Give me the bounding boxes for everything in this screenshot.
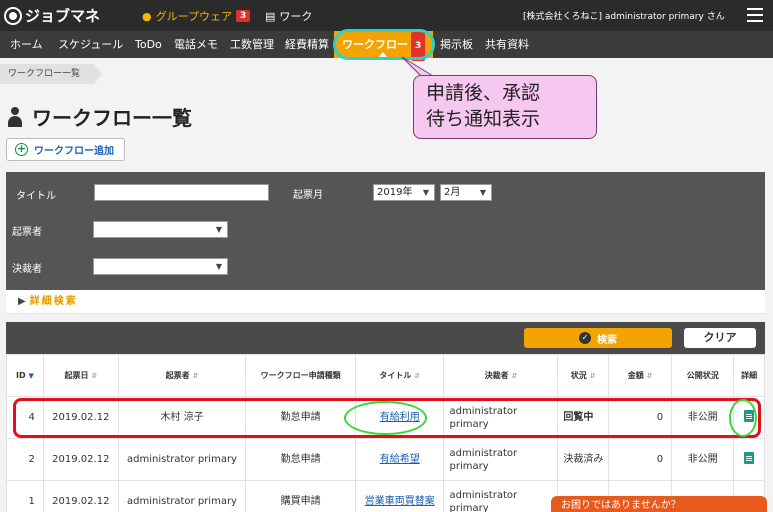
document-icon[interactable] [744,451,755,464]
app-logo[interactable]: ジョブマネ [4,5,100,26]
person-icon: ● [142,9,152,23]
nav-item-workload[interactable]: 工数管理 [230,31,274,58]
approver-label: 決裁者 [12,264,42,275]
title-highlight [344,401,427,435]
groupware-label: グループウェア [155,10,232,23]
col-header-visibility[interactable]: 公開状況 [671,354,735,397]
col-header-applicant[interactable]: 起票者 ⇵ [117,354,247,397]
title-link[interactable]: 営業車両買替案 [365,496,435,507]
cell-approver: administrator primary [443,438,559,481]
add-workflow-label: ワークフロー追加 [34,146,114,157]
title-input[interactable] [94,184,269,201]
cell-id: 1 [6,480,44,512]
search-panel: タイトル 起票月 2019年 ▼ 2月 ▼ 起票者 ▼ 決裁者 ▼ [6,172,765,290]
nav-item-shared-docs[interactable]: 共有資料 [485,31,529,58]
col-header-approver[interactable]: 決裁者 ⇵ [443,354,559,397]
advanced-search-label: 詳細検索 [29,296,78,307]
check-icon: ✓ [579,332,591,344]
clear-button[interactable]: クリア [684,328,756,348]
cell-detail [733,438,765,481]
person-icon [8,106,22,127]
table-header-row: ID ▼ 起票日 ⇵ 起票者 ⇵ ワークフロー申請種類 タイトル ⇵ 決裁者 ⇵… [6,354,765,397]
year-select[interactable]: 2019年 ▼ [373,184,435,201]
sort-icon: ⇵ [589,371,596,380]
page-title: ワークフロー一覧 [32,106,192,130]
nav-item-home[interactable]: ホーム [10,31,43,58]
add-workflow-button[interactable]: + ワークフロー追加 [6,138,125,161]
search-button-bar: ✓ 検索 クリア [6,322,765,354]
top-bar: ジョブマネ ● グループウェア 3 ▤ ワーク [株式会社くろねこ] admin… [0,0,773,31]
sort-icon: ⇵ [646,371,653,380]
logo-icon [4,6,22,25]
help-chat-button[interactable]: お困りではありませんか？ [551,496,767,512]
col-header-type[interactable]: ワークフロー申請種類 [245,354,356,397]
chevron-down-icon: ▼ [215,225,222,234]
title-link[interactable]: 有給希望 [380,454,420,465]
cell-approver: administrator primary [443,480,559,512]
nav-item-expenses[interactable]: 経費精算 [285,31,329,58]
col-header-title[interactable]: タイトル ⇵ [354,354,445,397]
detail-highlight [729,399,757,437]
col-header-detail: 詳細 [733,354,765,397]
nav-item-schedule[interactable]: スケジュール [58,31,123,58]
advanced-search-toggle[interactable]: ▶ 詳細検索 [6,290,765,314]
page-header: ワークフロー一覧 [8,102,192,131]
nav-item-bulletin[interactable]: 掲示板 [440,31,473,58]
search-button-label: 検索 [597,334,617,346]
cell-id: 2 [6,438,44,481]
applicant-label: 起票者 [12,227,42,238]
sort-icon: ⇵ [91,371,98,380]
annotation-callout: 申請後、承認 待ち通知表示 [413,75,597,139]
chevron-down-icon: ▼ [422,188,429,197]
briefcase-icon: ▤ [265,9,276,23]
user-info[interactable]: [株式会社くろねこ] administrator primary さん [523,9,725,22]
nav-item-todo[interactable]: ToDo [135,31,162,58]
plus-circle-icon: + [15,142,28,156]
sort-icon: ⇵ [192,371,199,380]
title-label: タイトル [16,191,56,202]
work-label: ワーク [279,10,313,23]
col-header-status[interactable]: 状況 ⇵ [557,354,609,397]
cell-date: 2019.02.12 [42,480,119,512]
cell-title: 有給希望 [354,438,445,481]
month-select[interactable]: 2月 ▼ [440,184,492,201]
date-label: 起票月 [293,190,323,201]
search-button[interactable]: ✓ 検索 [524,328,672,348]
col-header-id[interactable]: ID ▼ [6,354,44,397]
hamburger-menu-icon[interactable] [747,8,763,22]
year-value: 2019年 [377,187,413,198]
applicant-select[interactable]: ▼ [93,221,228,238]
col-header-date[interactable]: 起票日 ⇵ [42,354,119,397]
col-header-amount[interactable]: 金額 ⇵ [607,354,673,397]
table-row[interactable]: 2 2019.02.12 administrator primary 勤怠申請 … [6,438,765,481]
sort-down-icon: ▼ [28,371,34,380]
cell-type: 勤怠申請 [245,438,356,481]
cell-amount: 0 [607,438,673,481]
cell-applicant: administrator primary [117,438,247,481]
cell-title: 営業車両買替案 [354,480,445,512]
cell-date: 2019.02.12 [42,438,119,481]
month-value: 2月 [444,187,461,198]
groupware-menu[interactable]: ● グループウェア 3 [142,8,251,24]
cell-status: 決裁済み [557,438,609,481]
breadcrumb[interactable]: ワークフロー一覧 [0,64,103,84]
work-menu[interactable]: ▤ ワーク [265,8,312,24]
app-name: ジョブマネ [25,7,101,25]
groupware-badge: 3 [235,10,251,22]
cell-visibility: 非公開 [671,438,735,481]
triangle-right-icon: ▶ [18,296,26,307]
approver-select[interactable]: ▼ [93,258,228,275]
sort-icon: ⇵ [511,371,518,380]
cell-applicant: administrator primary [117,480,247,512]
sort-icon: ⇵ [414,371,421,380]
nav-item-phone-memo[interactable]: 電話メモ [174,31,218,58]
chevron-down-icon: ▼ [479,188,486,197]
chevron-down-icon: ▼ [215,262,222,271]
cell-type: 購買申請 [245,480,356,512]
